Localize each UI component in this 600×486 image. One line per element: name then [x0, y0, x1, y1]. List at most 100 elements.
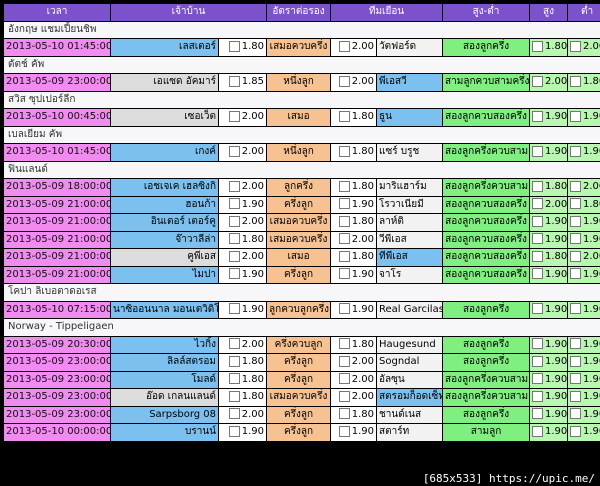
away-odds[interactable]: 2.00: [331, 389, 377, 406]
away-odds[interactable]: 1.80: [331, 144, 377, 161]
home-odds-checkbox[interactable]: [228, 215, 240, 227]
under-odds[interactable]: 1.90: [568, 336, 600, 353]
under-odds-checkbox[interactable]: [570, 40, 582, 52]
under-odds[interactable]: 2.00: [568, 39, 600, 56]
home-odds[interactable]: 1.90: [219, 424, 267, 441]
under-odds-checkbox[interactable]: [570, 373, 582, 385]
under-odds-checkbox[interactable]: [570, 268, 582, 280]
away-odds-checkbox[interactable]: [338, 390, 350, 402]
home-odds[interactable]: 2.00: [219, 249, 267, 266]
under-odds[interactable]: 1.90: [568, 301, 600, 318]
under-odds-checkbox[interactable]: [570, 233, 582, 245]
home-odds-checkbox[interactable]: [228, 250, 240, 262]
home-odds-checkbox[interactable]: [228, 233, 240, 245]
away-odds[interactable]: 1.80: [331, 179, 377, 196]
under-odds-checkbox[interactable]: [570, 180, 582, 192]
home-odds-checkbox[interactable]: [228, 268, 240, 280]
over-odds-checkbox[interactable]: [532, 75, 544, 87]
away-odds-checkbox[interactable]: [338, 215, 350, 227]
away-odds-checkbox[interactable]: [338, 355, 350, 367]
home-odds[interactable]: 2.00: [219, 179, 267, 196]
under-odds[interactable]: 1.90: [568, 231, 600, 248]
away-odds-checkbox[interactable]: [338, 408, 350, 420]
under-odds[interactable]: 1.90: [568, 406, 600, 423]
over-odds[interactable]: 1.90: [530, 109, 568, 126]
away-odds-checkbox[interactable]: [338, 373, 350, 385]
away-odds-checkbox[interactable]: [338, 303, 350, 315]
under-odds-checkbox[interactable]: [570, 110, 582, 122]
under-odds-checkbox[interactable]: [570, 408, 582, 420]
away-odds[interactable]: 1.90: [331, 424, 377, 441]
over-odds[interactable]: 1.80: [530, 39, 568, 56]
over-odds-checkbox[interactable]: [532, 373, 544, 385]
away-odds-checkbox[interactable]: [338, 250, 350, 262]
under-odds-checkbox[interactable]: [570, 303, 582, 315]
under-odds-checkbox[interactable]: [570, 198, 582, 210]
home-odds-checkbox[interactable]: [228, 40, 240, 52]
home-odds-checkbox[interactable]: [228, 180, 240, 192]
under-odds[interactable]: 1.90: [568, 389, 600, 406]
under-odds-checkbox[interactable]: [570, 338, 582, 350]
over-odds[interactable]: 1.90: [530, 266, 568, 283]
away-odds[interactable]: 1.80: [331, 249, 377, 266]
over-odds[interactable]: 2.00: [530, 74, 568, 91]
home-odds[interactable]: 1.90: [219, 266, 267, 283]
under-odds[interactable]: 1.90: [568, 266, 600, 283]
away-odds[interactable]: 1.80: [331, 406, 377, 423]
over-odds[interactable]: 2.00: [530, 196, 568, 213]
under-odds-checkbox[interactable]: [570, 75, 582, 87]
over-odds-checkbox[interactable]: [532, 110, 544, 122]
home-odds[interactable]: 2.00: [219, 109, 267, 126]
over-odds[interactable]: 1.90: [530, 389, 568, 406]
under-odds-checkbox[interactable]: [570, 425, 582, 437]
over-odds-checkbox[interactable]: [532, 303, 544, 315]
away-odds-checkbox[interactable]: [338, 145, 350, 157]
under-odds[interactable]: 1.90: [568, 109, 600, 126]
under-odds[interactable]: 2.00: [568, 249, 600, 266]
under-odds[interactable]: 1.90: [568, 354, 600, 371]
over-odds-checkbox[interactable]: [532, 355, 544, 367]
over-odds[interactable]: 1.90: [530, 406, 568, 423]
away-odds-checkbox[interactable]: [338, 180, 350, 192]
home-odds[interactable]: 1.85: [219, 74, 267, 91]
home-odds[interactable]: 2.00: [219, 214, 267, 231]
home-odds[interactable]: 2.00: [219, 406, 267, 423]
away-odds[interactable]: 1.90: [331, 266, 377, 283]
home-odds[interactable]: 1.80: [219, 371, 267, 388]
away-odds-checkbox[interactable]: [338, 338, 350, 350]
over-odds[interactable]: 1.90: [530, 336, 568, 353]
under-odds[interactable]: 1.80: [568, 196, 600, 213]
under-odds-checkbox[interactable]: [570, 250, 582, 262]
away-odds[interactable]: 2.00: [331, 371, 377, 388]
under-odds[interactable]: 1.90: [568, 371, 600, 388]
home-odds-checkbox[interactable]: [228, 145, 240, 157]
home-odds[interactable]: 1.80: [219, 354, 267, 371]
over-odds[interactable]: 1.80: [530, 179, 568, 196]
away-odds[interactable]: 2.00: [331, 74, 377, 91]
home-odds-checkbox[interactable]: [228, 198, 240, 210]
away-odds[interactable]: 2.00: [331, 231, 377, 248]
under-odds[interactable]: 1.90: [568, 144, 600, 161]
over-odds[interactable]: 1.90: [530, 231, 568, 248]
under-odds[interactable]: 1.80: [568, 74, 600, 91]
over-odds-checkbox[interactable]: [532, 390, 544, 402]
home-odds[interactable]: 1.80: [219, 39, 267, 56]
over-odds-checkbox[interactable]: [532, 338, 544, 350]
home-odds[interactable]: 1.80: [219, 231, 267, 248]
home-odds[interactable]: 1.90: [219, 301, 267, 318]
away-odds[interactable]: 2.00: [331, 39, 377, 56]
home-odds-checkbox[interactable]: [228, 110, 240, 122]
away-odds-checkbox[interactable]: [338, 40, 350, 52]
home-odds[interactable]: 2.00: [219, 144, 267, 161]
over-odds-checkbox[interactable]: [532, 180, 544, 192]
home-odds-checkbox[interactable]: [228, 303, 240, 315]
home-odds[interactable]: 1.90: [219, 196, 267, 213]
away-odds[interactable]: 1.80: [331, 214, 377, 231]
away-odds[interactable]: 1.80: [331, 336, 377, 353]
away-odds-checkbox[interactable]: [338, 425, 350, 437]
away-odds[interactable]: 2.00: [331, 354, 377, 371]
home-odds-checkbox[interactable]: [228, 75, 240, 87]
home-odds-checkbox[interactable]: [228, 373, 240, 385]
over-odds-checkbox[interactable]: [532, 268, 544, 280]
over-odds[interactable]: 1.90: [530, 144, 568, 161]
